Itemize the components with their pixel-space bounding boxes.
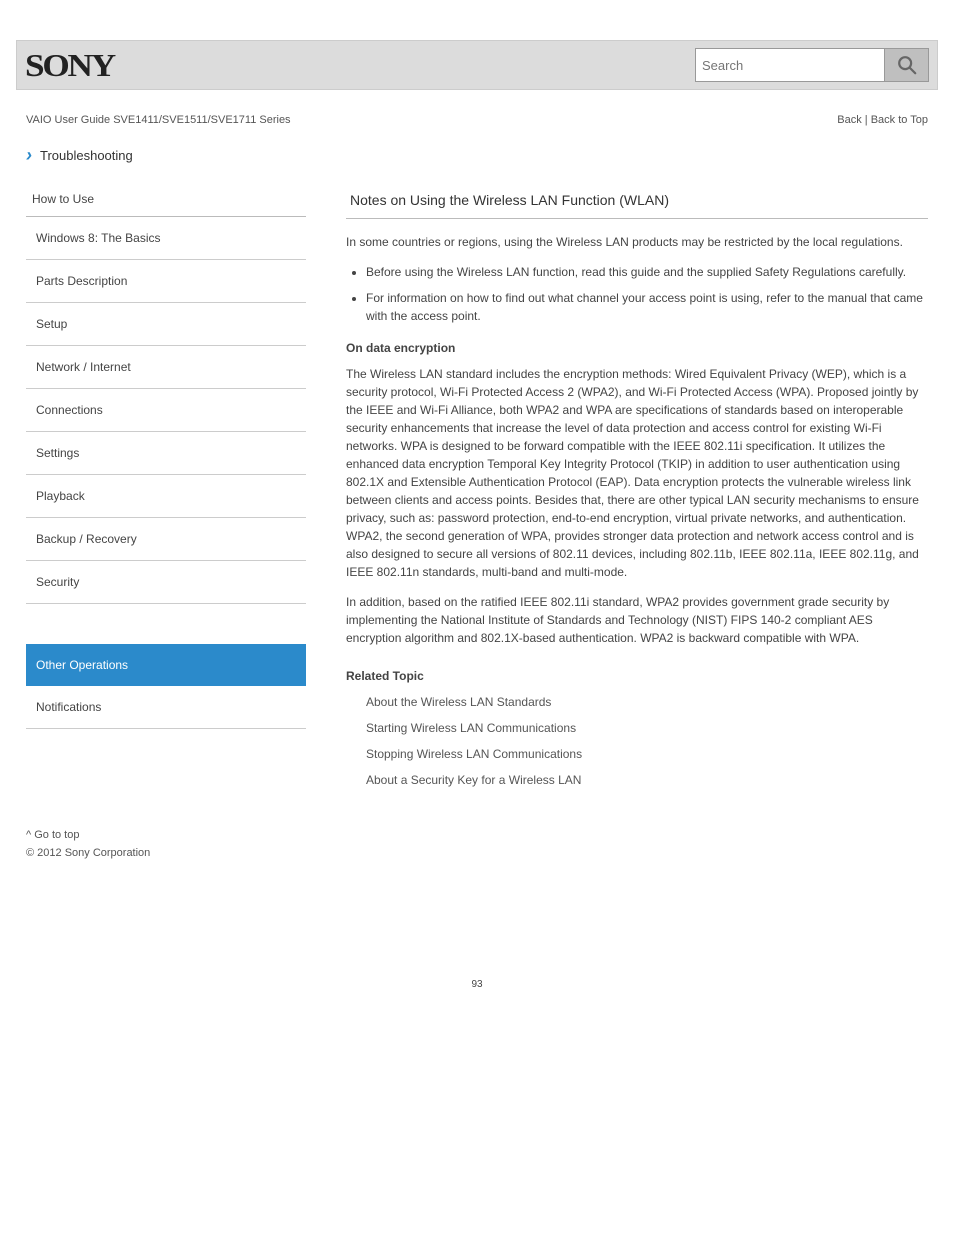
back-to-top-link[interactable]: Back to Top [871, 114, 928, 126]
header-bar: SONY [16, 40, 938, 90]
go-to-top-link[interactable]: ^ Go to top [16, 829, 938, 841]
page-title: Notes on Using the Wireless LAN Function… [346, 182, 928, 219]
bullet: Before using the Wireless LAN function, … [366, 263, 928, 281]
top-line: VAIO User Guide SVE1411/SVE1511/SVE1711 … [16, 114, 938, 126]
related-heading: Related Topic [346, 667, 928, 685]
sep: | [862, 114, 871, 126]
search-button[interactable] [885, 48, 929, 82]
sidebar: How to Use Windows 8: The Basics Parts D… [26, 182, 306, 803]
sidebar-item[interactable]: Parts Description [26, 260, 306, 303]
sidebar-list: Windows 8: The Basics Parts Description … [26, 217, 306, 729]
search-input[interactable] [695, 48, 885, 82]
related-link[interactable]: About a Security Key for a Wireless LAN [366, 771, 928, 789]
sidebar-item[interactable]: Settings [26, 432, 306, 475]
chevron-right-icon: › [26, 146, 32, 164]
copyright: © 2012 Sony Corporation [16, 847, 938, 859]
paragraph: The Wireless LAN standard includes the e… [346, 365, 928, 581]
search-icon [896, 54, 918, 76]
sidebar-item[interactable]: Network / Internet [26, 346, 306, 389]
sidebar-heading: How to Use [26, 182, 306, 217]
sidebar-item[interactable]: Notifications [26, 686, 306, 729]
article-body: In some countries or regions, using the … [346, 233, 928, 789]
main-content: Notes on Using the Wireless LAN Function… [346, 182, 928, 803]
related-link[interactable]: Stopping Wireless LAN Communications [366, 745, 928, 763]
brand-logo: SONY [25, 47, 114, 84]
sidebar-item-active[interactable]: Other Operations [26, 644, 306, 686]
related-list: About the Wireless LAN Standards Startin… [366, 693, 928, 789]
sidebar-item[interactable]: Connections [26, 389, 306, 432]
subheading: On data encryption [346, 339, 928, 357]
sidebar-spacer [26, 604, 306, 644]
related-link[interactable]: About the Wireless LAN Standards [366, 693, 928, 711]
troubleshooting-label: Troubleshooting [40, 148, 133, 163]
sidebar-item[interactable]: Backup / Recovery [26, 518, 306, 561]
sidebar-item[interactable]: Security [26, 561, 306, 604]
paragraph: In addition, based on the ratified IEEE … [346, 593, 928, 647]
search-wrap [695, 48, 929, 82]
bullet: For information on how to find out what … [366, 289, 928, 325]
back-link[interactable]: Back [837, 114, 861, 126]
top-right-links: Back | Back to Top [837, 114, 928, 126]
page-number: 93 [16, 979, 938, 990]
troubleshooting-link[interactable]: › Troubleshooting [26, 146, 938, 164]
sidebar-item[interactable]: Windows 8: The Basics [26, 217, 306, 260]
sidebar-item[interactable]: Playback [26, 475, 306, 518]
sidebar-item[interactable]: Setup [26, 303, 306, 346]
doc-title: VAIO User Guide SVE1411/SVE1511/SVE1711 … [26, 114, 291, 126]
intro-text: In some countries or regions, using the … [346, 233, 928, 251]
related-link[interactable]: Starting Wireless LAN Communications [366, 719, 928, 737]
